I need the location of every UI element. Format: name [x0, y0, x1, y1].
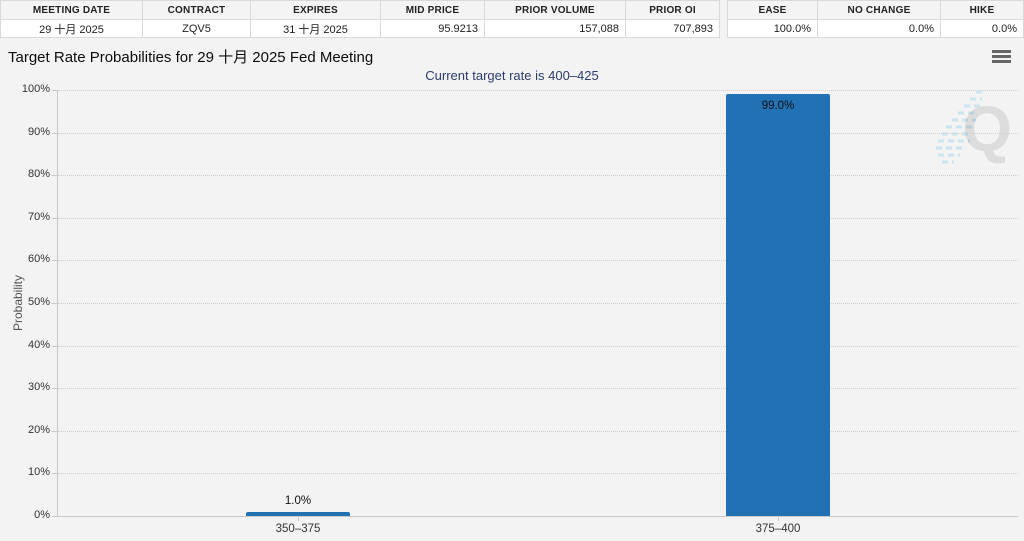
gridline — [58, 260, 1018, 261]
menu-bar — [992, 50, 1011, 53]
column-header-prior-oi: PRIOR OI — [626, 1, 720, 20]
prior-volume-value: 157,088 — [485, 20, 626, 38]
x-axis-tick — [778, 517, 779, 521]
y-axis-tick — [52, 175, 57, 176]
column-header-mid-price: MID PRICE — [381, 1, 485, 20]
column-header-contract: CONTRACT — [143, 1, 251, 20]
y-axis-tick — [52, 260, 57, 261]
gridline — [58, 388, 1018, 389]
y-axis-tick — [52, 473, 57, 474]
y-axis-label: 50% — [4, 296, 50, 308]
column-header-ease: EASE — [728, 1, 818, 20]
table-header-row: EASE NO CHANGE HIKE — [728, 1, 1024, 20]
gridline — [58, 473, 1018, 474]
y-axis-label: 100% — [4, 83, 50, 95]
x-axis-line — [57, 516, 1018, 517]
y-axis-label: 0% — [4, 509, 50, 521]
gridline — [58, 303, 1018, 304]
contract-info-table: MEETING DATE CONTRACT EXPIRES MID PRICE … — [0, 0, 720, 38]
meeting-date-value: 29 十月 2025 — [1, 20, 143, 38]
prior-oi-value: 707,893 — [626, 20, 720, 38]
gridline — [58, 218, 1018, 219]
y-axis-label: 40% — [4, 339, 50, 351]
y-axis-label: 80% — [4, 168, 50, 180]
gridline — [58, 133, 1018, 134]
probability-summary-table: EASE NO CHANGE HIKE 100.0% 0.0% 0.0% — [727, 0, 1024, 38]
watermark-letter: Q — [962, 92, 1012, 166]
chart-subtitle: Current target rate is 400–425 — [0, 68, 1024, 83]
mid-price-value: 95.9213 — [381, 20, 485, 38]
table-row: 29 十月 2025 ZQV5 31 十月 2025 95.9213 157,0… — [1, 20, 720, 38]
y-axis-label: 90% — [4, 126, 50, 138]
y-axis-label: 60% — [4, 253, 50, 265]
y-axis-tick — [52, 431, 57, 432]
y-axis-tick — [52, 90, 57, 91]
no-change-value: 0.0% — [818, 20, 941, 38]
table-row: 100.0% 0.0% 0.0% — [728, 20, 1024, 38]
y-axis-label: 20% — [4, 424, 50, 436]
watermark-swoosh-icon — [930, 86, 1010, 172]
gridline — [58, 346, 1018, 347]
gridline — [58, 175, 1018, 176]
menu-bar — [992, 55, 1011, 58]
y-axis-label: 30% — [4, 381, 50, 393]
expires-value: 31 十月 2025 — [251, 20, 381, 38]
y-axis-tick — [52, 303, 57, 304]
gridline — [58, 431, 1018, 432]
column-header-meeting-date: MEETING DATE — [1, 1, 143, 20]
y-axis-tick — [52, 516, 57, 517]
bar-value-label: 99.0% — [718, 100, 838, 112]
column-header-no-change: NO CHANGE — [818, 1, 941, 20]
x-axis-tick — [298, 517, 299, 521]
x-axis-category-label: 375–400 — [538, 523, 1018, 535]
column-header-hike: HIKE — [941, 1, 1024, 20]
column-header-expires: EXPIRES — [251, 1, 381, 20]
table-header-row: MEETING DATE CONTRACT EXPIRES MID PRICE … — [1, 1, 720, 20]
fedwatch-panel: MEETING DATE CONTRACT EXPIRES MID PRICE … — [0, 0, 1024, 541]
y-axis-tick — [52, 388, 57, 389]
bar-375–400[interactable] — [726, 94, 830, 516]
x-axis-category-label: 350–375 — [58, 523, 538, 535]
y-axis-tick — [52, 218, 57, 219]
y-axis-label: 10% — [4, 466, 50, 478]
column-header-prior-volume: PRIOR VOLUME — [485, 1, 626, 20]
gridline — [58, 90, 1018, 91]
hike-value: 0.0% — [941, 20, 1024, 38]
bar-value-label: 1.0% — [238, 495, 358, 507]
y-axis-tick — [52, 346, 57, 347]
menu-bar — [992, 60, 1011, 63]
bar-350–375[interactable] — [246, 512, 350, 516]
chart-title: Target Rate Probabilities for 29 十月 2025… — [8, 46, 373, 67]
y-axis-label: 70% — [4, 211, 50, 223]
hamburger-menu-icon[interactable] — [992, 50, 1011, 65]
y-axis-tick — [52, 133, 57, 134]
quikstrike-watermark-logo: Q — [936, 88, 1016, 168]
contract-value: ZQV5 — [143, 20, 251, 38]
ease-value: 100.0% — [728, 20, 818, 38]
